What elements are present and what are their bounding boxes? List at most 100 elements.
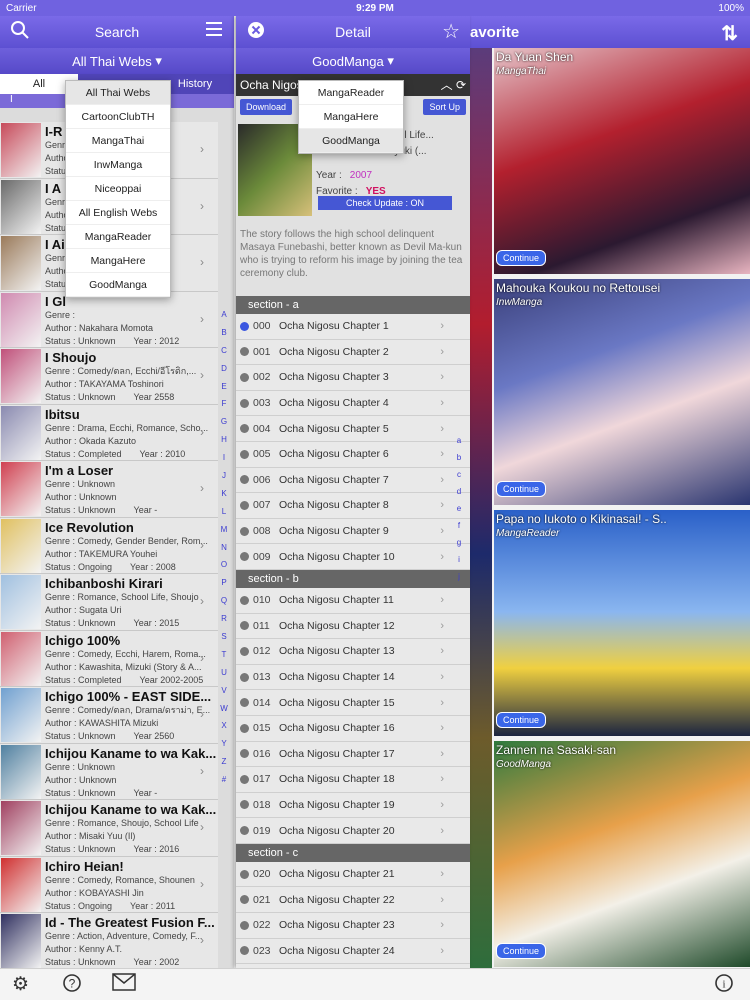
index-letter[interactable]: V (218, 686, 230, 704)
chapter-row[interactable]: 003 Ocha Nigosu Chapter 4 › (236, 390, 470, 417)
list-item[interactable]: I'm a Loser Genre : Unknown Author : Unkno… (0, 461, 218, 518)
index-letter[interactable]: E (218, 382, 230, 400)
list-item[interactable]: I Gl Genre : Author : Nakahara Momota Statu… (0, 291, 218, 348)
dropdown-option[interactable]: InwManga (66, 153, 170, 177)
chapter-row[interactable]: 005 Ocha Nigosu Chapter 6 › (236, 441, 470, 468)
continue-button[interactable]: Continue (496, 481, 547, 497)
chapter-row[interactable]: 020 Ocha Nigosu Chapter 21 › (236, 861, 470, 888)
menu-icon[interactable] (204, 19, 224, 45)
index-letter[interactable]: B (218, 328, 230, 346)
chapter-row[interactable]: 004 Ocha Nigosu Chapter 5 › (236, 416, 470, 442)
chapter-row[interactable]: 023 Ocha Nigosu Chapter 24 › (236, 938, 470, 965)
section-index-letter[interactable]: b (454, 453, 464, 470)
index-letter[interactable]: P (218, 578, 230, 596)
dropdown-option[interactable]: GoodManga (299, 129, 403, 153)
index-letter[interactable]: J (218, 471, 230, 489)
chapter-row[interactable]: 006 Ocha Nigosu Chapter 7 › (236, 467, 470, 494)
section-index-letter[interactable]: e (454, 504, 464, 521)
index-letter[interactable]: C (218, 346, 230, 364)
dropdown-option[interactable]: All English Webs (66, 201, 170, 225)
alphabet-index[interactable]: A B C D E F G H I J K L M N O P Q R S T U V W X Y Z # (218, 310, 230, 793)
section-index-letter[interactable]: f (454, 521, 464, 538)
continue-button[interactable]: Continue (496, 250, 547, 266)
index-letter[interactable]: A (218, 310, 230, 328)
chapter-row[interactable]: 007 Ocha Nigosu Chapter 8 › (236, 493, 470, 519)
download-button[interactable]: Download (240, 99, 293, 115)
chapter-row[interactable]: 015 Ocha Nigosu Chapter 16 › (236, 715, 470, 742)
index-letter[interactable]: U (218, 668, 230, 686)
chapter-row[interactable]: 009 Ocha Nigosu Chapter 10 › (236, 544, 470, 570)
index-letter[interactable]: M (218, 525, 230, 543)
index-letter[interactable]: S (218, 632, 230, 650)
chapter-row[interactable]: 000 Ocha Nigosu Chapter 1 › (236, 314, 470, 340)
star-icon[interactable]: ☆ (442, 19, 460, 44)
index-letter[interactable]: F (218, 399, 230, 417)
chapter-row[interactable]: 022 Ocha Nigosu Chapter 23 › (236, 913, 470, 939)
dropdown-option[interactable]: All Thai Webs (66, 81, 170, 105)
continue-button[interactable]: Continue (496, 943, 547, 959)
chapter-row[interactable]: 018 Ocha Nigosu Chapter 19 › (236, 792, 470, 819)
list-item[interactable]: Ichigo 100% - EAST SIDE... Genre : Comedy… (0, 687, 218, 744)
favorite-card[interactable]: Papa no Iukoto o Kikinasai! - S.. MangaRe… (494, 510, 750, 736)
list-item[interactable]: Ichijou Kaname to wa Kak... Genre : Roman… (0, 800, 218, 857)
search-icon[interactable] (10, 20, 30, 46)
dropdown-option[interactable]: MangaThai (66, 129, 170, 153)
index-letter[interactable]: K (218, 489, 230, 507)
favorite-card[interactable]: Da Yuan Shen MangaThai Continue (494, 48, 750, 274)
index-letter[interactable]: D (218, 364, 230, 382)
chapter-row[interactable]: 019 Ocha Nigosu Chapter 20 › (236, 818, 470, 844)
list-item[interactable]: Ichijou Kaname to wa Kak... Genre : Unkno… (0, 743, 218, 800)
chapter-row[interactable]: 013 Ocha Nigosu Chapter 14 › (236, 664, 470, 691)
dropdown-option[interactable]: GoodManga (66, 273, 170, 297)
chapter-row[interactable]: 008 Ocha Nigosu Chapter 9 › (236, 518, 470, 545)
list-item[interactable]: I Shoujo Genre : Comedy/ตลก, Ecchi/อีโรติ… (0, 348, 218, 405)
index-letter[interactable]: R (218, 614, 230, 632)
chapter-row[interactable]: 012 Ocha Nigosu Chapter 13 › (236, 639, 470, 665)
list-item[interactable]: Ichigo 100% Genre : Comedy, Ecchi, Harem,… (0, 630, 218, 687)
dropdown-option[interactable]: MangaHere (299, 105, 403, 129)
section-index-letter[interactable]: i (454, 555, 464, 572)
dropdown-option[interactable]: MangaHere (66, 249, 170, 273)
sort-up-button[interactable]: Sort Up (423, 99, 466, 115)
index-letter[interactable]: I (218, 453, 230, 471)
chapter-row[interactable]: 001 Ocha Nigosu Chapter 2 › (236, 339, 470, 366)
index-letter[interactable]: L (218, 507, 230, 525)
chapter-row[interactable]: 002 Ocha Nigosu Chapter 3 › (236, 365, 470, 391)
favorite-card[interactable]: Zannen na Sasaki-san GoodManga Continue (494, 741, 750, 967)
chapter-row[interactable]: 011 Ocha Nigosu Chapter 12 › (236, 613, 470, 640)
info-icon[interactable]: i (714, 973, 734, 999)
check-update-toggle[interactable]: Check Update : ON (318, 196, 452, 210)
section-index-letter[interactable]: g (454, 538, 464, 555)
index-letter[interactable]: W (218, 704, 230, 722)
list-item[interactable]: Ichibanboshi Kirari Genre : Romance, Scho… (0, 574, 218, 631)
gear-icon[interactable]: ⚙ (12, 973, 29, 996)
chapter-row[interactable]: 010 Ocha Nigosu Chapter 11 › (236, 587, 470, 614)
source-selector[interactable]: All Thai Webs ▾ (0, 48, 234, 74)
chapter-row[interactable]: 016 Ocha Nigosu Chapter 17 › (236, 741, 470, 768)
list-item[interactable]: Ibitsu Genre : Drama, Ecchi, Romance, Sch… (0, 404, 218, 461)
index-letter[interactable]: T (218, 650, 230, 668)
collapse-refresh-icons[interactable]: ︿ ⟳ (441, 76, 466, 93)
dropdown-option[interactable]: MangaReader (66, 225, 170, 249)
list-item[interactable]: Id - The Greatest Fusion F... Genre : Act… (0, 913, 218, 968)
chapter-row[interactable]: 021 Ocha Nigosu Chapter 22 › (236, 887, 470, 914)
index-letter[interactable]: G (218, 417, 230, 435)
chapter-row[interactable]: 017 Ocha Nigosu Chapter 18 › (236, 767, 470, 793)
index-letter[interactable]: H (218, 435, 230, 453)
favorite-card[interactable]: Mahouka Koukou no Rettousei InwManga Conti… (494, 279, 750, 505)
dropdown-option[interactable]: Niceoppai (66, 177, 170, 201)
mail-icon[interactable] (112, 973, 136, 997)
index-letter[interactable]: # (218, 775, 230, 793)
section-index-letter[interactable]: c (454, 470, 464, 487)
sort-icon[interactable]: ⇅ (721, 21, 738, 46)
dropdown-option[interactable]: CartoonClubTH (66, 105, 170, 129)
chapter-row[interactable]: 014 Ocha Nigosu Chapter 15 › (236, 690, 470, 716)
index-letter[interactable]: O (218, 560, 230, 578)
index-letter[interactable]: Z (218, 757, 230, 775)
list-item[interactable]: Ichiro Heian! Genre : Comedy, Romance, Sh… (0, 856, 218, 913)
index-letter[interactable]: Q (218, 596, 230, 614)
section-index[interactable]: abcdefgij (454, 436, 464, 589)
continue-button[interactable]: Continue (496, 712, 547, 728)
list-item[interactable]: Ice Revolution Genre : Comedy, Gender Ben… (0, 517, 218, 574)
section-index-letter[interactable]: d (454, 487, 464, 504)
